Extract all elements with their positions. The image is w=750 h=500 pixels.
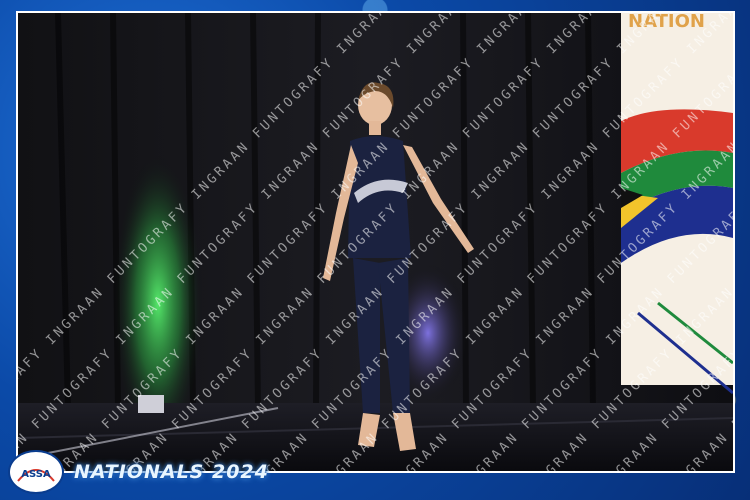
- floor-light: [138, 395, 164, 413]
- event-title: NATIONALS 2024: [74, 461, 269, 483]
- stage-scene: NATION: [18, 13, 733, 471]
- logo-text: ASSA: [21, 469, 51, 480]
- stage-photo: NATION INGRAAN FUNTOGRAFY INGRAAN FUNTOG…: [16, 11, 735, 473]
- photo-frame: NATION INGRAAN FUNTOGRAFY INGRAAN FUNTOG…: [0, 0, 750, 500]
- banner-text: NATION: [628, 13, 705, 32]
- flag-banner: NATION: [621, 13, 733, 395]
- event-branding: ASSA NATIONALS 2024: [8, 450, 269, 494]
- logo-graphic: ASSA: [17, 469, 55, 482]
- assa-logo: ASSA: [8, 450, 64, 494]
